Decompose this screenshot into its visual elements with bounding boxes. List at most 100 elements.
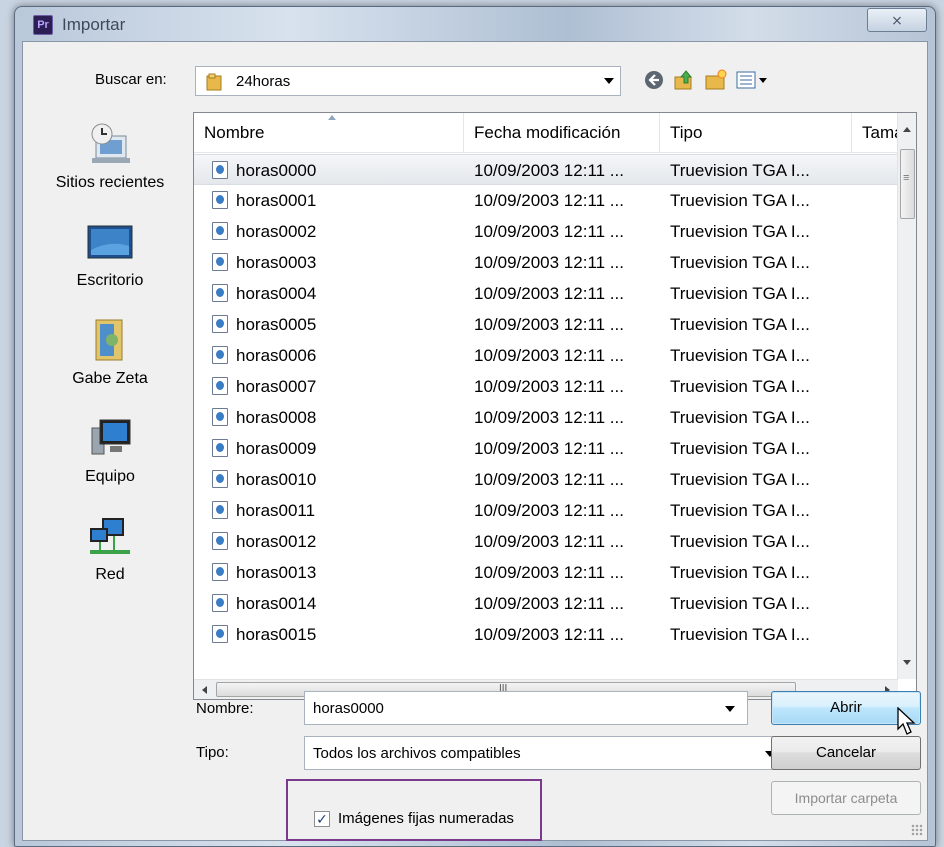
scroll-left-arrow-icon[interactable] xyxy=(200,685,208,695)
file-name-cell: horas0014 xyxy=(236,594,317,613)
file-row[interactable]: horas0015 10/09/2003 12:11 ... Truevision … xyxy=(194,619,898,650)
place-desktop[interactable]: Escritorio xyxy=(35,220,185,290)
numbered-stills-checkbox[interactable]: ✓ xyxy=(314,811,330,827)
column-header-size[interactable]: Tamaño xyxy=(852,113,898,153)
file-type-cell: Truevision TGA I... xyxy=(670,470,810,489)
mouse-cursor-icon xyxy=(897,707,916,735)
vertical-scrollbar[interactable]: ≡ xyxy=(897,113,916,679)
file-type-cell: Truevision TGA I... xyxy=(670,501,810,520)
file-date-cell: 10/09/2003 12:11 ... xyxy=(474,625,624,644)
filetype-value: Todos los archivos compatibles xyxy=(313,745,521,762)
file-name-cell: horas0010 xyxy=(236,470,317,489)
file-row[interactable]: horas0008 10/09/2003 12:11 ... Truevision … xyxy=(194,402,898,433)
column-header-date[interactable]: Fecha modificación xyxy=(464,113,660,153)
name-label: Nombre: xyxy=(196,700,254,717)
file-date-cell: 10/09/2003 12:11 ... xyxy=(474,346,624,365)
place-label: Escritorio xyxy=(76,272,144,289)
filename-field[interactable]: horas0000 xyxy=(304,691,748,725)
up-folder-icon[interactable] xyxy=(671,67,697,93)
file-name-cell: horas0012 xyxy=(236,532,317,551)
premiere-app-icon: Pr xyxy=(33,15,53,35)
filetype-select[interactable]: Todos los archivos compatibles xyxy=(304,736,776,770)
file-row[interactable]: horas0007 10/09/2003 12:11 ... Truevision … xyxy=(194,371,898,402)
chevron-down-icon xyxy=(604,78,614,84)
file-row[interactable]: horas0013 10/09/2003 12:11 ... Truevision … xyxy=(194,557,898,588)
file-date-cell: 10/09/2003 12:11 ... xyxy=(474,222,624,241)
scroll-up-arrow-icon[interactable] xyxy=(902,125,912,133)
lookin-combo[interactable]: 24horas xyxy=(195,66,621,96)
close-button[interactable]: ⨯ xyxy=(867,8,927,32)
title-bar[interactable]: Pr Importar ⨯ xyxy=(15,7,935,41)
place-network[interactable]: Red xyxy=(35,514,185,584)
file-name-cell: horas0001 xyxy=(236,191,317,210)
file-type-cell: Truevision TGA I... xyxy=(670,315,810,334)
column-header-type[interactable]: Tipo xyxy=(660,113,852,153)
image-file-icon xyxy=(212,191,228,209)
place-label: Sitios recientes xyxy=(55,174,165,191)
file-type-cell: Truevision TGA I... xyxy=(670,625,810,644)
image-file-icon xyxy=(212,470,228,488)
image-file-icon xyxy=(212,377,228,395)
place-recent[interactable]: Sitios recientes xyxy=(35,122,185,192)
file-date-cell: 10/09/2003 12:11 ... xyxy=(474,501,624,520)
vertical-scroll-thumb[interactable]: ≡ xyxy=(900,149,915,219)
file-row[interactable]: horas0010 10/09/2003 12:11 ... Truevision … xyxy=(194,464,898,495)
file-row[interactable]: horas0000 10/09/2003 12:11 ... Truevision … xyxy=(194,154,898,185)
cancel-button[interactable]: Cancelar xyxy=(771,736,921,770)
file-row[interactable]: horas0001 10/09/2003 12:11 ... Truevision … xyxy=(194,185,898,216)
file-row[interactable]: horas0011 10/09/2003 12:11 ... Truevision … xyxy=(194,495,898,526)
file-row[interactable]: horas0009 10/09/2003 12:11 ... Truevision … xyxy=(194,433,898,464)
file-type-cell: Truevision TGA I... xyxy=(670,222,810,241)
numbered-stills-label[interactable]: Imágenes fijas numeradas xyxy=(338,810,514,827)
import-dialog-window: Pr Importar ⨯ Buscar en: 24horas Sitios … xyxy=(14,6,936,847)
file-type-cell: Truevision TGA I... xyxy=(670,191,810,210)
file-row[interactable]: horas0005 10/09/2003 12:11 ... Truevision … xyxy=(194,309,898,340)
file-list[interactable]: Nombre Fecha modificación Tipo Tamaño ho… xyxy=(193,112,917,700)
resize-grip-icon[interactable] xyxy=(911,824,923,836)
image-file-icon xyxy=(212,161,228,179)
file-row[interactable]: horas0002 10/09/2003 12:11 ... Truevision … xyxy=(194,216,898,247)
lookin-value: 24horas xyxy=(236,73,291,90)
view-menu-icon[interactable] xyxy=(735,67,771,93)
image-file-icon xyxy=(212,501,228,519)
file-date-cell: 10/09/2003 12:11 ... xyxy=(474,161,624,180)
file-date-cell: 10/09/2003 12:11 ... xyxy=(474,284,624,303)
file-row[interactable]: horas0006 10/09/2003 12:11 ... Truevision … xyxy=(194,340,898,371)
file-name-cell: horas0007 xyxy=(236,377,317,396)
image-file-icon xyxy=(212,408,228,426)
file-type-cell: Truevision TGA I... xyxy=(670,377,810,396)
import-folder-button[interactable]: Importar carpeta xyxy=(771,781,921,815)
user-folder-icon xyxy=(86,318,134,364)
image-file-icon xyxy=(212,532,228,550)
back-icon[interactable] xyxy=(641,67,667,93)
file-type-cell: Truevision TGA I... xyxy=(670,532,810,551)
file-date-cell: 10/09/2003 12:11 ... xyxy=(474,532,624,551)
computer-icon xyxy=(86,416,134,462)
file-row[interactable]: horas0003 10/09/2003 12:11 ... Truevision … xyxy=(194,247,898,278)
chevron-down-icon[interactable] xyxy=(725,706,735,712)
place-user[interactable]: Gabe Zeta xyxy=(35,318,185,388)
file-date-cell: 10/09/2003 12:11 ... xyxy=(474,563,624,582)
lookin-label: Buscar en: xyxy=(95,71,167,88)
file-name-cell: horas0009 xyxy=(236,439,317,458)
file-name-cell: horas0004 xyxy=(236,284,317,303)
file-date-cell: 10/09/2003 12:11 ... xyxy=(474,594,624,613)
desktop-icon xyxy=(86,220,134,266)
file-row[interactable]: horas0014 10/09/2003 12:11 ... Truevision … xyxy=(194,588,898,619)
scroll-down-arrow-icon[interactable] xyxy=(902,659,912,667)
place-computer[interactable]: Equipo xyxy=(35,416,185,486)
file-row[interactable]: horas0012 10/09/2003 12:11 ... Truevision … xyxy=(194,526,898,557)
dialog-body: Buscar en: 24horas Sitios recientes Escr… xyxy=(22,41,928,841)
file-type-cell: Truevision TGA I... xyxy=(670,563,810,582)
file-type-cell: Truevision TGA I... xyxy=(670,161,810,180)
image-file-icon xyxy=(212,439,228,457)
place-label: Red xyxy=(95,566,125,583)
new-folder-icon[interactable] xyxy=(703,67,729,93)
file-type-cell: Truevision TGA I... xyxy=(670,253,810,272)
image-file-icon xyxy=(212,284,228,302)
file-date-cell: 10/09/2003 12:11 ... xyxy=(474,439,624,458)
file-type-cell: Truevision TGA I... xyxy=(670,284,810,303)
folder-icon xyxy=(206,73,222,91)
file-name-cell: horas0005 xyxy=(236,315,317,334)
file-row[interactable]: horas0004 10/09/2003 12:11 ... Truevision … xyxy=(194,278,898,309)
